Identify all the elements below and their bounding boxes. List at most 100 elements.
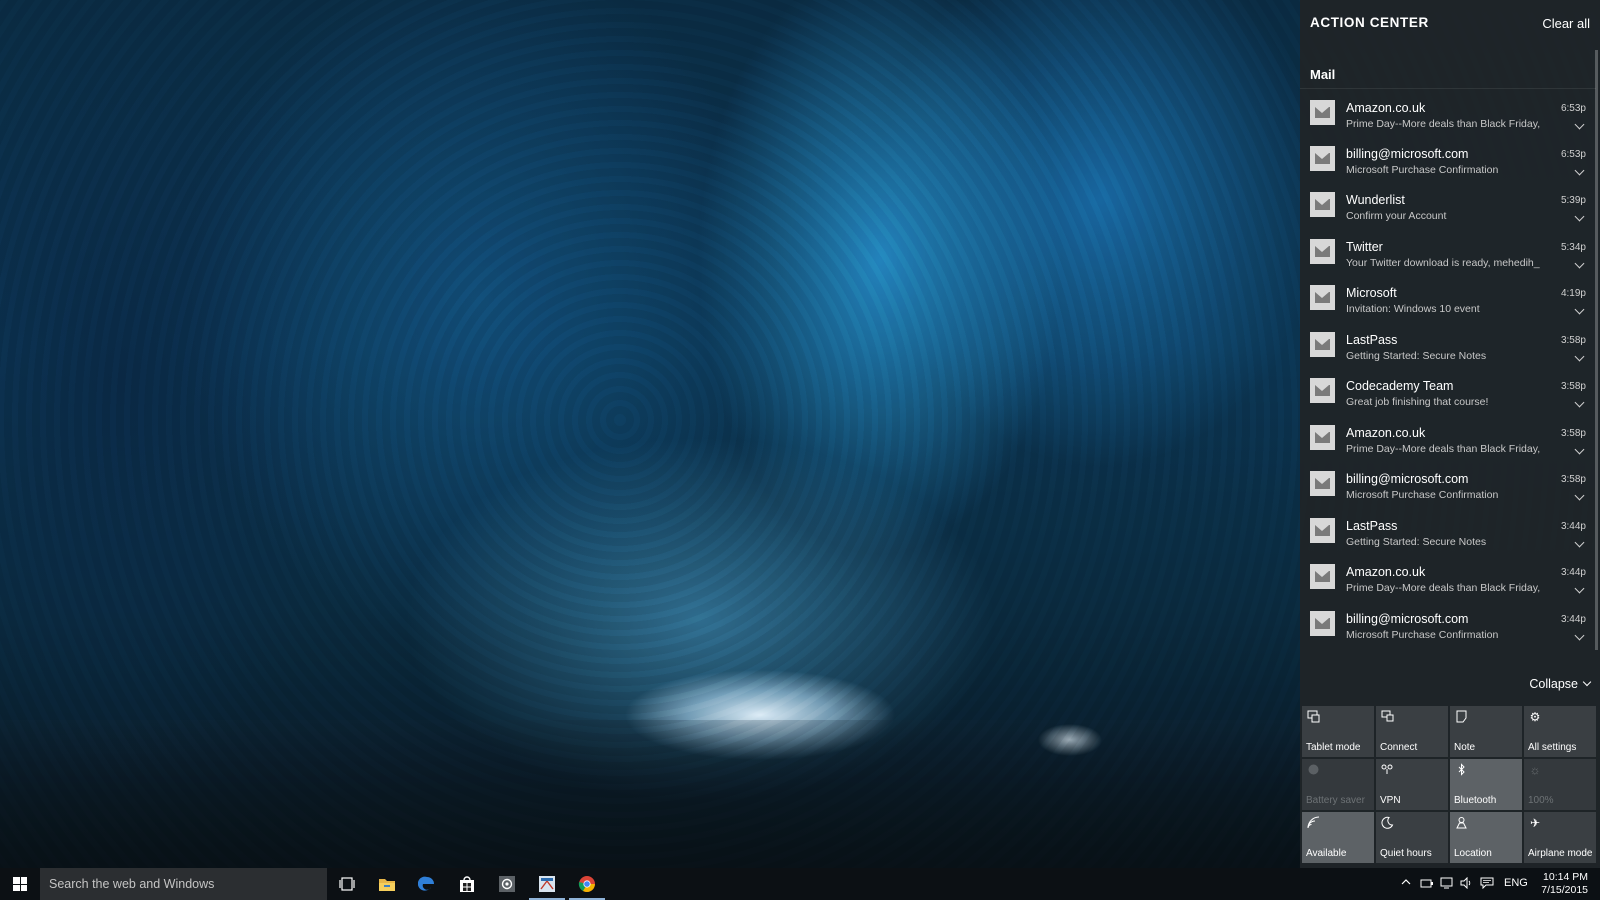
notification-item[interactable]: Microsoft Invitation: Windows 10 event 4… (1300, 274, 1596, 321)
notification-item[interactable]: billing@microsoft.com Microsoft Purchase… (1300, 600, 1596, 647)
network-tray-button[interactable] (1440, 877, 1454, 892)
file-explorer-icon (379, 879, 395, 891)
mail-icon (1310, 100, 1335, 125)
tablet-mode-icon (1306, 710, 1320, 724)
mail-icon (1310, 378, 1335, 403)
notification-sender: Amazon.co.uk (1346, 101, 1426, 115)
collapse-button[interactable]: Collapse (1529, 677, 1592, 691)
chevron-down-icon[interactable] (1574, 119, 1585, 130)
notification-subject: Microsoft Purchase Confirmation (1346, 163, 1499, 176)
edge-button[interactable] (407, 868, 447, 900)
notification-subject: Your Twitter download is ready, mehedih_ (1346, 256, 1540, 269)
notification-item[interactable]: billing@microsoft.com Microsoft Purchase… (1300, 460, 1596, 507)
quick-action-label: All settings (1528, 742, 1577, 753)
chevron-down-icon[interactable] (1574, 304, 1585, 315)
chevron-down-icon[interactable] (1574, 583, 1585, 594)
chevron-down-icon[interactable] (1574, 397, 1585, 408)
media-app-button[interactable] (487, 868, 527, 900)
notification-item[interactable]: LastPass Getting Started: Secure Notes 3… (1300, 507, 1596, 554)
store-icon (460, 876, 474, 892)
notification-list: Amazon.co.uk Prime Day--More deals than … (1300, 88, 1596, 646)
quick-action-note[interactable]: Note (1450, 706, 1522, 757)
connect-icon (1380, 710, 1394, 724)
notification-group-label[interactable]: Mail (1310, 67, 1584, 82)
quick-action-location[interactable]: Location (1450, 812, 1522, 863)
chevron-down-icon[interactable] (1574, 444, 1585, 454)
battery-tray-button[interactable] (1420, 877, 1434, 892)
quick-action-tablet-mode[interactable]: Tablet mode (1302, 706, 1374, 757)
notification-item[interactable]: billing@microsoft.com Microsoft Purchase… (1300, 135, 1596, 182)
notification-sender: billing@microsoft.com (1346, 146, 1469, 161)
notification-item[interactable]: Amazon.co.uk Prime Day--More deals than … (1300, 88, 1596, 135)
quick-action-label: VPN (1380, 795, 1401, 806)
chevron-down-icon[interactable] (1574, 630, 1585, 640)
snipping-app-button[interactable] (527, 868, 567, 900)
notification-sender: Amazon.co.uk (1346, 565, 1426, 579)
quick-action-connect[interactable]: Connect (1376, 706, 1448, 757)
gear-icon: ⚙ (1529, 710, 1541, 724)
notification-time: 6:53p (1560, 103, 1586, 114)
taskbar-clock[interactable]: 10:14 PM 7/15/2015 (1541, 871, 1588, 897)
notification-item[interactable]: Amazon.co.uk Prime Day--More deals than … (1300, 553, 1596, 600)
input-language-button[interactable]: ENG (1504, 877, 1528, 889)
quick-action-label: Location (1454, 848, 1492, 859)
notification-time: 3:44p (1560, 613, 1586, 625)
notification-time: 6:53p (1560, 148, 1586, 160)
action-center-tray-button[interactable] (1480, 877, 1494, 892)
store-button[interactable] (447, 868, 487, 900)
note-icon (1454, 710, 1468, 724)
quick-action-all-settings[interactable]: ⚙ All settings (1524, 706, 1596, 757)
show-hidden-icons-button[interactable] (1401, 877, 1411, 890)
quick-action-label: Note (1454, 742, 1476, 753)
quick-action-wifi[interactable]: Available (1302, 812, 1374, 863)
chevron-down-icon[interactable] (1574, 165, 1585, 175)
taskbar-search-input[interactable] (40, 868, 327, 900)
mail-icon (1310, 517, 1335, 543)
chevron-down-icon[interactable] (1574, 211, 1585, 222)
notification-subject: Confirm your Account (1346, 210, 1447, 222)
quick-action-brightness[interactable]: ☼ 100% (1524, 759, 1596, 810)
edge-icon (418, 876, 434, 891)
notification-item[interactable]: Amazon.co.uk Prime Day--More deals than … (1300, 414, 1596, 461)
file-explorer-button[interactable] (367, 868, 407, 900)
chevron-down-icon[interactable] (1574, 490, 1585, 501)
start-button[interactable] (0, 868, 40, 900)
notification-time: 4:19p (1560, 288, 1586, 299)
quick-action-quiet-hours[interactable]: Quiet hours (1376, 812, 1448, 863)
notification-item[interactable]: Twitter Your Twitter download is ready, … (1300, 228, 1596, 275)
quick-actions-grid: Tablet mode Connect Note ⚙ All settings … (1302, 706, 1598, 866)
battery-saver-icon (1306, 763, 1320, 777)
quick-action-airplane-mode[interactable]: ✈ Airplane mode (1524, 812, 1596, 863)
task-view-button[interactable] (327, 868, 367, 900)
notification-item[interactable]: LastPass Getting Started: Secure Notes 3… (1300, 321, 1596, 368)
chevron-down-icon[interactable] (1574, 351, 1585, 361)
clear-all-link[interactable]: Clear all (1542, 16, 1590, 31)
quick-action-bluetooth[interactable]: Bluetooth (1450, 759, 1522, 810)
mail-icon (1310, 564, 1335, 589)
quick-action-battery-saver[interactable]: Battery saver (1302, 759, 1374, 810)
notification-item[interactable]: Codecademy Team Great job finishing that… (1300, 367, 1596, 414)
quick-action-label: 100% (1528, 795, 1554, 806)
quick-action-label: Airplane mode (1528, 848, 1593, 859)
chevron-down-icon[interactable] (1574, 537, 1585, 547)
mail-icon (1310, 238, 1335, 264)
chrome-button[interactable] (567, 868, 607, 900)
quick-action-vpn[interactable]: VPN (1376, 759, 1448, 810)
mail-icon (1310, 610, 1335, 636)
notification-subject: Invitation: Windows 10 event (1346, 303, 1480, 315)
notification-sender: Wunderlist (1346, 193, 1405, 207)
windows-logo-icon (13, 877, 27, 891)
notification-sender: LastPass (1346, 332, 1398, 347)
notification-sender: Microsoft (1346, 286, 1397, 300)
volume-tray-button[interactable] (1460, 876, 1474, 892)
action-center-title: ACTION CENTER (1310, 15, 1429, 30)
mail-icon (1310, 331, 1335, 357)
chevron-down-icon[interactable] (1574, 258, 1585, 268)
notification-time: 3:44p (1560, 567, 1586, 578)
battery-icon (1420, 879, 1433, 888)
quick-action-label: Quiet hours (1380, 848, 1432, 859)
clock-date: 7/15/2015 (1541, 884, 1588, 896)
notification-item[interactable]: Wunderlist Confirm your Account 5:39p (1300, 181, 1596, 228)
quick-action-label: Bluetooth (1454, 795, 1497, 806)
quick-action-label: Available (1306, 848, 1347, 859)
